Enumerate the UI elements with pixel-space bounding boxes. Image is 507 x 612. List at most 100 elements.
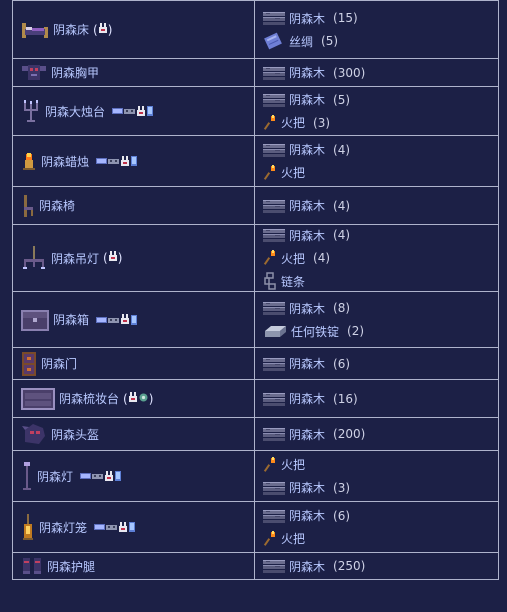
candle-icon[interactable] xyxy=(21,152,37,170)
lamp-icon[interactable] xyxy=(21,461,33,491)
item-name-link[interactable]: 阴森大烛台 xyxy=(45,103,105,120)
chest-icon[interactable] xyxy=(21,309,49,331)
ingredient: 阴森木 (4) xyxy=(263,140,498,159)
item-name-link[interactable]: 阴森箱 xyxy=(53,311,89,328)
ingredient-name-link[interactable]: 阴森木 xyxy=(289,558,325,575)
ingredient: 火把 xyxy=(263,455,498,474)
paren-close: ) xyxy=(117,251,123,265)
recipe-row: 阴森护腿 阴森木 (250) xyxy=(13,553,498,580)
ingredient: 阴森木 (4) xyxy=(263,196,498,215)
torch-icon[interactable] xyxy=(263,114,277,131)
ingredient-name-link[interactable]: 阴森木 xyxy=(289,426,325,443)
item-name-link[interactable]: 阴森灯 xyxy=(37,468,73,485)
result-cell: 阴森梳妆台 () xyxy=(13,380,255,417)
door-icon[interactable] xyxy=(21,351,37,377)
torch-icon[interactable] xyxy=(263,456,277,473)
candelabra-icon[interactable] xyxy=(21,99,41,123)
wood-icon[interactable] xyxy=(263,143,285,157)
ingredient-name-link[interactable]: 阴森木 xyxy=(289,227,325,244)
wood-icon[interactable] xyxy=(263,66,285,80)
item-name-link[interactable]: 阴森吊灯 xyxy=(51,250,99,267)
ingredient-name-link[interactable]: 阴森木 xyxy=(289,479,325,496)
ingredient-name-link[interactable]: 阴森木 xyxy=(289,10,325,27)
ingredient-name-link[interactable]: 阴森木 xyxy=(289,141,325,158)
silk-icon[interactable] xyxy=(263,32,285,50)
item-name-link[interactable]: 阴森梳妆台 xyxy=(59,390,119,407)
wood-icon[interactable] xyxy=(263,481,285,495)
item-name-link[interactable]: 阴森门 xyxy=(41,355,77,372)
wood-icon[interactable] xyxy=(263,11,285,25)
iron-bar-icon[interactable] xyxy=(263,323,287,339)
dresser-icon[interactable] xyxy=(21,387,55,411)
wood-icon[interactable] xyxy=(263,559,285,573)
ingredient-name-link[interactable]: 火把 xyxy=(281,114,305,131)
torch-icon[interactable] xyxy=(263,164,277,181)
torch-icon[interactable] xyxy=(263,250,277,266)
ingredient-name-link[interactable]: 阴森木 xyxy=(289,507,325,524)
recipe-row: 阴森胸甲 阴森木 (300) xyxy=(13,59,498,87)
ingredient-name-link[interactable]: 阴森木 xyxy=(289,300,325,317)
breastplate-icon[interactable] xyxy=(21,63,47,83)
wood-icon[interactable] xyxy=(263,301,285,315)
ingredient-name-link[interactable]: 火把 xyxy=(281,530,305,547)
ingredient: 阴森木 (15) xyxy=(263,9,498,28)
item-name-link[interactable]: 阴森椅 xyxy=(39,197,75,214)
chair-icon[interactable] xyxy=(21,194,35,218)
wood-icon[interactable] xyxy=(263,228,285,242)
item-name-link[interactable]: 阴森蜡烛 xyxy=(41,153,89,170)
platform-icons xyxy=(80,470,122,482)
ingredient: 阴森木 (5) xyxy=(263,90,498,109)
ingredient: 阴森木 (250) xyxy=(263,557,498,576)
ingredient-name-link[interactable]: 火把 xyxy=(281,456,305,473)
item-name-link[interactable]: 阴森灯笼 xyxy=(39,519,87,536)
lantern-icon[interactable] xyxy=(21,513,35,541)
ingredient-name-link[interactable]: 阴森木 xyxy=(289,197,325,214)
greaves-icon[interactable] xyxy=(21,557,43,575)
chandelier-icon[interactable] xyxy=(21,245,47,271)
item-name-link[interactable]: 阴森床 xyxy=(53,21,89,38)
torch-icon[interactable] xyxy=(263,530,277,547)
ingredient-name-link[interactable]: 火把 xyxy=(281,250,305,267)
bunny-icon xyxy=(136,105,146,117)
ingredient-qty: (6) xyxy=(333,356,351,371)
ingredient-name-link[interactable]: 阴森木 xyxy=(289,91,325,108)
ingredients-cell: 阴森木 (4) xyxy=(255,187,498,224)
wood-icon[interactable] xyxy=(263,199,285,213)
helmet-icon[interactable] xyxy=(21,422,47,446)
bunny-icon xyxy=(104,470,114,482)
ingredient-name-link[interactable]: 阴森木 xyxy=(289,355,325,372)
gear-icon xyxy=(138,392,149,403)
ingredient-name-link[interactable]: 任何铁锭 xyxy=(291,323,339,340)
wood-icon[interactable] xyxy=(263,427,285,441)
ingredients-cell: 阴森木 (200) xyxy=(255,418,498,450)
platform-icons xyxy=(112,105,154,117)
wood-icon[interactable] xyxy=(263,93,285,107)
spooky-bed-icon[interactable] xyxy=(21,21,49,39)
wood-icon[interactable] xyxy=(263,357,285,371)
ingredient-qty: (8) xyxy=(333,301,351,315)
item-name-link[interactable]: 阴森护腿 xyxy=(47,558,95,575)
bunny-icon xyxy=(108,251,118,262)
wood-icon[interactable] xyxy=(263,509,285,523)
ingredient-name-link[interactable]: 阴森木 xyxy=(289,64,325,81)
ingredient-qty: (4) xyxy=(333,198,351,213)
result-cell: 阴森灯笼 xyxy=(13,502,255,552)
ingredient-qty: (200) xyxy=(333,427,366,441)
ingredient-name-link[interactable]: 火把 xyxy=(281,164,305,181)
item-name-link[interactable]: 阴森胸甲 xyxy=(51,64,99,81)
ingredient-qty: (300) xyxy=(333,65,366,80)
ingredient-name-link[interactable]: 链条 xyxy=(281,273,305,290)
bunny-icon xyxy=(120,314,130,325)
item-name-link[interactable]: 阴森头盔 xyxy=(51,426,99,443)
ingredient-name-link[interactable]: 丝绸 xyxy=(289,33,313,50)
ingredient-name-link[interactable]: 阴森木 xyxy=(289,390,325,407)
pc-icon xyxy=(94,523,106,531)
recipe-row: 阴森大烛台 阴森木 (5) 火把 (3) xyxy=(13,87,498,136)
platform-icons xyxy=(94,521,136,533)
platform-icons xyxy=(96,314,138,325)
chain-icon[interactable] xyxy=(263,272,277,290)
paren-close: ) xyxy=(107,22,113,37)
ingredient: 链条 xyxy=(263,272,498,291)
recipe-row: 阴森门 阴森木 (6) xyxy=(13,348,498,380)
wood-icon[interactable] xyxy=(263,392,285,406)
